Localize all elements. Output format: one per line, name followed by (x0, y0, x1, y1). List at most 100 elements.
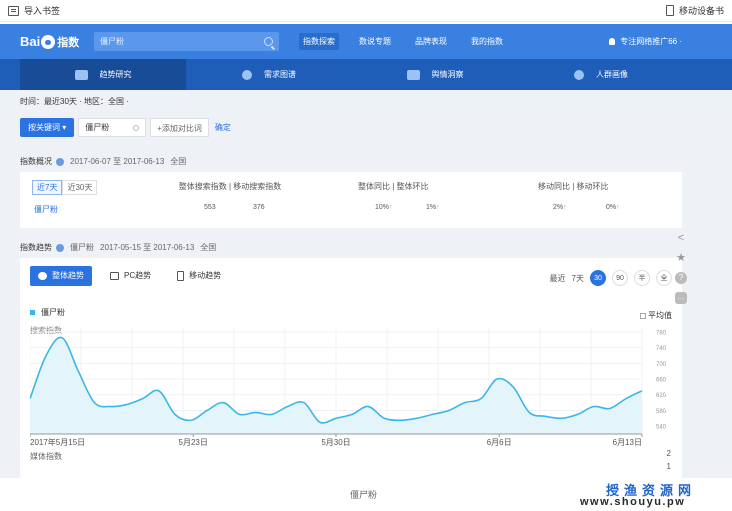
keyword-mode-button[interactable]: 按关键词 ▾ (20, 118, 75, 137)
add-compare-button[interactable]: +添加对比词 (150, 118, 209, 137)
mobile-mom-text: 0% (606, 204, 617, 211)
tab-demand-map[interactable]: 需求图谱 (186, 59, 352, 90)
tab-label: 舆情洞察 (431, 70, 464, 79)
nav-explore[interactable]: 指数探索 (299, 33, 339, 50)
logo-text: Bai (20, 34, 41, 49)
row-keyword[interactable]: 僵尸粉 (34, 204, 58, 215)
period-30d[interactable]: 近30天 (62, 180, 98, 195)
mobile-icon (665, 5, 674, 16)
arrow-up-icon: ↑ (563, 204, 567, 211)
y-tick-label: 540 (656, 425, 667, 431)
mobile-index: 376 (253, 204, 265, 211)
y-tick-label: 580 (656, 409, 667, 415)
document-icon (406, 69, 420, 80)
range-all[interactable]: 全 (656, 270, 672, 286)
mode-label: 按关键词 (28, 123, 60, 132)
side-toolbar: < ★ ? … (675, 232, 687, 312)
legend-label: 僵尸粉 (41, 308, 65, 317)
tab-label: 人群画像 (596, 70, 628, 79)
range-90[interactable]: 90 (612, 270, 628, 286)
trend-chart[interactable]: 540 580 620 660 700 740 780 2017年5月15日 5月23日 5月30… (30, 326, 672, 448)
nav-topics[interactable]: 数说专题 (355, 33, 395, 50)
tab-pc-trend[interactable]: PC趋势 (102, 266, 159, 286)
tab-overall-trend[interactable]: 整体趋势 (30, 266, 92, 286)
trend-tabs: 整体趋势 PC趋势 移动趋势 (30, 266, 239, 286)
trend-keyword: 僵尸粉 (70, 243, 94, 252)
help-icon[interactable] (56, 243, 64, 252)
mobile-bookmarks[interactable]: 移动设备书 (665, 4, 724, 17)
range-selector: 最近 7天 30 90 半 全 (544, 270, 672, 286)
user-menu[interactable]: 专注网络推广66 · (609, 36, 682, 47)
page-root: 导入书签 移动设备书 Bai 指数 僵尸粉 指数探索 数说专题 品牌表现 我的指… (0, 0, 732, 511)
help-icon[interactable]: ? (675, 272, 687, 284)
caption-text: 僵尸粉 (350, 490, 378, 500)
mobile-bookmarks-label: 移动设备书 (678, 6, 724, 16)
comment-icon[interactable]: … (675, 292, 687, 304)
search-input[interactable]: 僵尸粉 (94, 32, 279, 51)
y-tick-label: 780 (656, 330, 667, 336)
x-tick-label: 2017年5月15日 (30, 437, 85, 447)
x-tick-label: 5月23日 (179, 438, 208, 447)
watermark-url: www.shouyu.pw (580, 496, 686, 508)
trend-title: 指数趋势 僵尸粉 2017-05-15 至 2017-06-13 全国 (20, 242, 222, 253)
top-nav: 指数探索 数说专题 品牌表现 我的指数 (291, 33, 515, 50)
tab-trend-research[interactable]: 趋势研究 (20, 59, 186, 90)
checkbox[interactable] (640, 312, 646, 319)
range-half[interactable]: 半 (634, 270, 650, 286)
mobile-yoy-value: 2%↑ (553, 204, 567, 211)
nav-brand[interactable]: 品牌表现 (411, 33, 451, 50)
total-index: 553 (204, 204, 216, 211)
tab-label: 需求图谱 (264, 70, 296, 79)
tab-mobile-trend[interactable]: 移动趋势 (169, 266, 229, 286)
baidu-logo[interactable]: Bai 指数 (20, 32, 82, 52)
help-icon[interactable] (56, 157, 64, 166)
y-tick-label: 660 (656, 378, 667, 384)
mom-value: 1%↑ (426, 204, 440, 211)
period-7d[interactable]: 近7天 (32, 180, 63, 195)
import-bookmarks-link[interactable]: 导入书签 (24, 4, 60, 17)
filter-breadcrumb[interactable]: 时间：最近30天 · 地区：全国 · (20, 96, 129, 107)
col-yoy: 整体同比 | 整体环比 (358, 182, 429, 191)
star-icon[interactable]: ★ (675, 252, 687, 264)
site-header: Bai 指数 僵尸粉 指数探索 数说专题 品牌表现 我的指数 专注网络推广66 … (0, 24, 732, 59)
share-icon[interactable]: < (675, 232, 687, 244)
date-range: 2017-06-07 至 2017-06-13 (70, 157, 165, 166)
tab-sentiment[interactable]: 舆情洞察 (352, 59, 518, 90)
bookmark-bar: 导入书签 移动设备书 (0, 0, 732, 22)
media-min: 1 (666, 462, 671, 471)
section-title: 指数概况 (20, 157, 52, 166)
pie-icon (38, 272, 47, 280)
person-icon (574, 69, 584, 80)
search-value: 僵尸粉 (100, 37, 124, 46)
mobile-mom-value: 0%↑ (606, 204, 620, 211)
range-label: 最近 (549, 273, 566, 283)
confirm-button[interactable]: 确定 (215, 122, 231, 133)
keyword-input[interactable]: 僵尸粉 (78, 118, 147, 137)
tab-label: PC趋势 (124, 271, 152, 280)
range-7d[interactable]: 7天 (572, 273, 584, 284)
media-index-label: 媒体指数 (30, 452, 62, 461)
clear-icon[interactable] (133, 124, 140, 131)
search-icon[interactable] (264, 37, 273, 46)
monitor-icon (110, 272, 119, 280)
region: 全国 (200, 243, 217, 252)
legend-swatch (30, 310, 35, 315)
sub-nav: 趋势研究 需求图谱 舆情洞察 人群画像 (0, 59, 732, 90)
x-tick-label: 6月13日 (613, 438, 642, 447)
main-content: 时间：最近30天 · 地区：全国 · 按关键词 ▾ 僵尸粉 +添加对比词 确定 … (0, 90, 732, 511)
arrow-up-icon: ↑ (436, 204, 440, 211)
col-mobile: 移动同比 | 移动环比 (538, 182, 609, 191)
keyword-bar: 按关键词 ▾ 僵尸粉 +添加对比词 确定 (20, 118, 231, 137)
range-30[interactable]: 30 (590, 270, 606, 286)
mobile-yoy-text: 2% (553, 204, 564, 211)
x-tick-label: 6月6日 (487, 438, 512, 447)
x-tick-label: 5月30日 (321, 438, 350, 447)
target-icon (242, 69, 252, 80)
chart-legend[interactable]: 僵尸粉 (30, 307, 65, 318)
tab-label: 移动趋势 (189, 271, 222, 280)
average-toggle[interactable]: 平均值 (640, 310, 672, 321)
tab-label: 趋势研究 (99, 70, 132, 79)
tab-audience[interactable]: 人群画像 (518, 59, 684, 90)
col-search-index: 整体搜索指数 | 移动搜索指数 (178, 182, 282, 191)
nav-my-index[interactable]: 我的指数 (467, 33, 507, 50)
